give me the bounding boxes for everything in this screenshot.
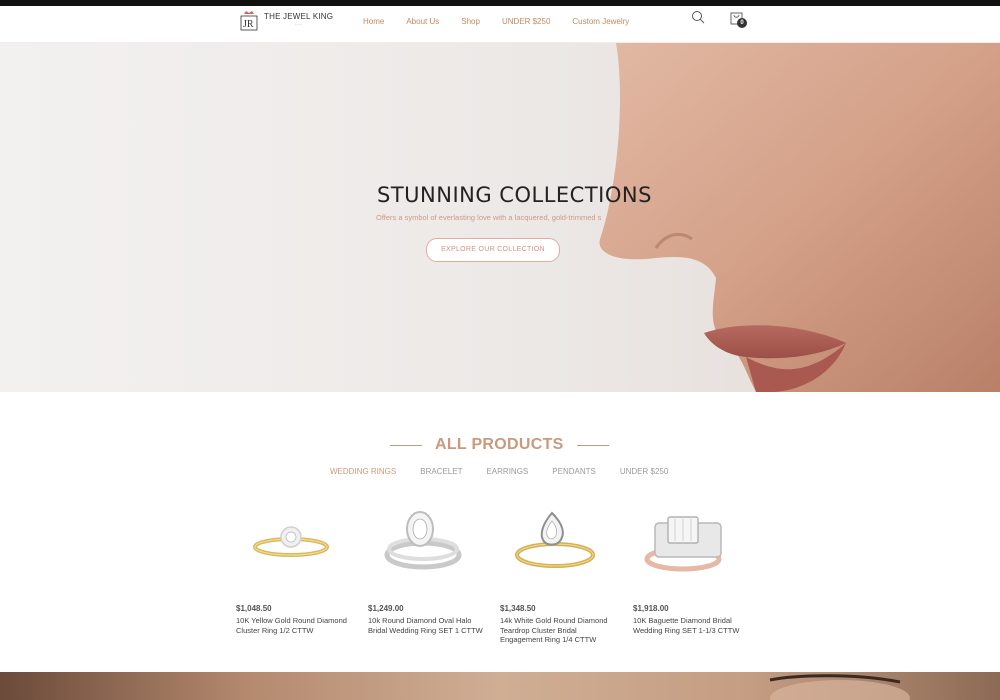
- hero-title: STUNNING COLLECTIONS: [377, 183, 652, 207]
- main-nav: Home About Us Shop UNDER $250 Custom Jew…: [352, 6, 640, 36]
- product-price: $1,249.00: [368, 604, 404, 613]
- next-section-banner-image: [0, 672, 1000, 700]
- heading-rule-left: [390, 444, 422, 446]
- cart-count-badge: 0: [737, 18, 747, 28]
- nav-home[interactable]: Home: [363, 17, 384, 26]
- banner-model-eye-image: [769, 674, 910, 700]
- product-image-teardrop-ring[interactable]: [500, 505, 610, 585]
- tab-pendants[interactable]: PENDANTS: [552, 467, 596, 476]
- product-card[interactable]: $1,918.00 10K Baguette Diamond Bridal We…: [633, 505, 753, 635]
- hero-banner: STUNNING COLLECTIONS Offers a symbol of …: [0, 43, 1000, 392]
- product-price: $1,048.50: [236, 604, 272, 613]
- nav-custom-jewelry[interactable]: Custom Jewelry: [572, 17, 629, 26]
- svg-text:JR: JR: [243, 19, 254, 30]
- heading-rule-right: [576, 444, 609, 446]
- product-image-oval-halo-set[interactable]: [368, 505, 478, 585]
- explore-collection-button[interactable]: EXPLORE OUR COLLECTION: [426, 238, 560, 262]
- all-products-title: ALL PRODUCTS: [435, 436, 564, 453]
- product-price: $1,348.50: [500, 604, 536, 613]
- product-name[interactable]: 10K Yellow Gold Round Diamond Cluster Ri…: [236, 616, 356, 635]
- product-name[interactable]: 14k White Gold Round Diamond Teardrop Cl…: [500, 616, 620, 645]
- hero-subtitle: Offers a symbol of everlasting love with…: [376, 213, 602, 222]
- nav-about-us[interactable]: About Us: [406, 17, 439, 26]
- tab-earrings[interactable]: EARRINGS: [486, 467, 528, 476]
- tab-wedding-rings[interactable]: WEDDING RINGS: [330, 467, 396, 476]
- product-card[interactable]: $1,048.50 10K Yellow Gold Round Diamond …: [236, 505, 356, 635]
- product-image-baguette-set[interactable]: [633, 505, 743, 585]
- product-price: $1,918.00: [633, 604, 669, 613]
- brand-tagline-mark: ·····: [294, 22, 303, 27]
- nav-shop[interactable]: Shop: [461, 17, 480, 26]
- tab-bracelet[interactable]: BRACELET: [420, 467, 462, 476]
- brand-logo[interactable]: JR THE JEWEL KING ·····: [238, 10, 333, 32]
- product-image-yellow-gold-ring[interactable]: [236, 505, 346, 585]
- brand-name: THE JEWEL KING ·····: [264, 12, 334, 28]
- product-name[interactable]: 10k Round Diamond Oval Halo Bridal Weddi…: [368, 616, 488, 635]
- product-card[interactable]: $1,348.50 14k White Gold Round Diamond T…: [500, 505, 620, 644]
- all-products-heading: ALL PRODUCTS: [390, 436, 609, 454]
- hero-model-face-image: [599, 43, 1000, 392]
- nav-under-250[interactable]: UNDER $250: [502, 17, 550, 26]
- category-tabs: WEDDING RINGS BRACELET EARRINGS PENDANTS…: [330, 467, 692, 476]
- site-header: JR THE JEWEL KING ····· Home About Us Sh…: [0, 6, 1000, 43]
- search-icon[interactable]: [691, 10, 705, 24]
- product-name[interactable]: 10K Baguette Diamond Bridal Wedding Ring…: [633, 616, 753, 635]
- product-card[interactable]: $1,249.00 10k Round Diamond Oval Halo Br…: [368, 505, 488, 635]
- crown-logo-icon: JR: [240, 11, 258, 31]
- tab-under-250[interactable]: UNDER $250: [620, 467, 668, 476]
